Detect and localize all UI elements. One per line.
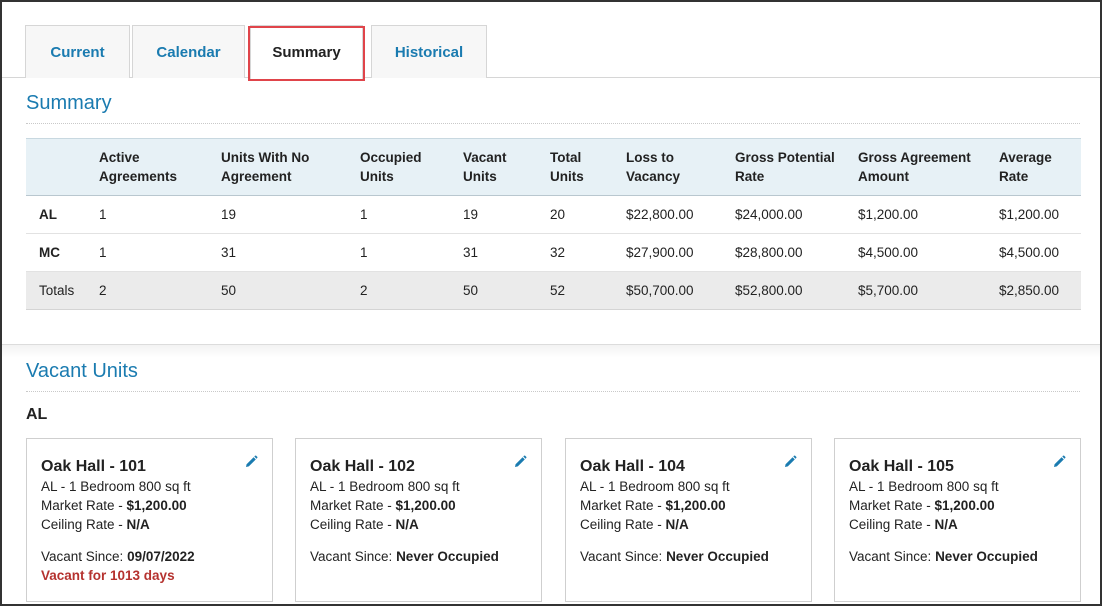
tab-label: Historical <box>394 43 464 61</box>
vacant-since: Vacant Since: Never Occupied <box>849 549 1038 564</box>
tab-calendar[interactable]: Calendar <box>132 25 245 78</box>
unit-type: AL - 1 Bedroom 800 sq ft <box>41 479 191 494</box>
table-cell: $2,850.00 <box>999 271 1081 310</box>
pencil-icon[interactable] <box>783 455 797 469</box>
table-cell: 50 <box>221 271 360 310</box>
column-header: Loss to Vacancy <box>626 138 735 196</box>
tab-label: Current <box>50 43 105 61</box>
table-cell: $5,700.00 <box>858 271 999 310</box>
vacant-since: Vacant Since: Never Occupied <box>580 549 769 564</box>
vacant-units-title: Vacant Units <box>26 360 138 382</box>
app-frame: Current Calendar Summary Historical Summ… <box>0 0 1102 606</box>
table-cell: $4,500.00 <box>858 233 999 272</box>
table-cell: $22,800.00 <box>626 195 735 234</box>
row-label: Totals <box>26 271 99 310</box>
unit-title: Oak Hall - 102 <box>310 458 415 475</box>
vacant-unit-card: Oak Hall - 102 AL - 1 Bedroom 800 sq ft Ma… <box>295 438 542 602</box>
ceiling-rate: Ceiling Rate - N/A <box>41 517 150 532</box>
unit-type: AL - 1 Bedroom 800 sq ft <box>849 479 999 494</box>
vacant-unit-card: Oak Hall - 104 AL - 1 Bedroom 800 sq ft Ma… <box>565 438 812 602</box>
table-cell: $1,200.00 <box>999 195 1081 234</box>
table-cell: $24,000.00 <box>735 195 858 234</box>
column-header: Units With No Agreement <box>221 138 360 196</box>
market-rate: Market Rate - $1,200.00 <box>41 498 187 513</box>
table-cell: 2 <box>360 271 463 310</box>
table-row: AL 1 19 1 19 20 $22,800.00 $24,000.00 $1,200.00 $… <box>26 195 1081 234</box>
table-cell: 20 <box>550 195 626 234</box>
column-header: Vacant Units <box>463 138 550 196</box>
table-cell: $28,800.00 <box>735 233 858 272</box>
unit-title: Oak Hall - 104 <box>580 458 685 475</box>
vacant-since: Vacant Since: Never Occupied <box>310 549 499 564</box>
table-cell: 31 <box>463 233 550 272</box>
column-header <box>26 138 99 196</box>
ceiling-rate: Ceiling Rate - N/A <box>849 517 958 532</box>
table-cell: 19 <box>463 195 550 234</box>
table-cell: 50 <box>463 271 550 310</box>
table-cell: 32 <box>550 233 626 272</box>
divider <box>26 123 1080 124</box>
ceiling-rate: Ceiling Rate - N/A <box>580 517 689 532</box>
table-row: Totals 2 50 2 50 52 $50,700.00 $52,800.00 $5,700… <box>26 271 1081 310</box>
divider <box>26 391 1080 392</box>
table-cell: $52,800.00 <box>735 271 858 310</box>
column-header: Gross Potential Rate <box>735 138 858 196</box>
unit-type: AL - 1 Bedroom 800 sq ft <box>580 479 730 494</box>
table-cell: 1 <box>360 233 463 272</box>
table-cell: 31 <box>221 233 360 272</box>
tab-label: Calendar <box>156 43 221 61</box>
table-cell: $50,700.00 <box>626 271 735 310</box>
vacant-unit-card: Oak Hall - 101 AL - 1 Bedroom 800 sq ft Ma… <box>26 438 273 602</box>
table-cell: $27,900.00 <box>626 233 735 272</box>
vacant-since: Vacant Since: 09/07/2022 <box>41 549 195 564</box>
tab-current[interactable]: Current <box>25 25 130 78</box>
table-cell: 1 <box>99 233 221 272</box>
table-cell: 1 <box>360 195 463 234</box>
column-header: Gross Agreement Amount <box>858 138 999 196</box>
tab-bar: Current Calendar Summary Historical <box>2 2 1100 81</box>
table-cell: 1 <box>99 195 221 234</box>
market-rate: Market Rate - $1,200.00 <box>580 498 726 513</box>
pencil-icon[interactable] <box>244 455 258 469</box>
unit-title: Oak Hall - 101 <box>41 458 146 475</box>
summary-table: Active Agreements Units With No Agreement Oc… <box>26 138 1081 310</box>
table-cell: 19 <box>221 195 360 234</box>
unit-title: Oak Hall - 105 <box>849 458 954 475</box>
group-label: AL <box>26 406 48 423</box>
column-header: Active Agreements <box>99 138 221 196</box>
vacant-unit-card: Oak Hall - 105 AL - 1 Bedroom 800 sq ft Ma… <box>834 438 1081 602</box>
row-label: AL <box>26 195 99 234</box>
tab-historical[interactable]: Historical <box>371 25 487 78</box>
ceiling-rate: Ceiling Rate - N/A <box>310 517 419 532</box>
table-row: MC 1 31 1 31 32 $27,900.00 $28,800.00 $4,500.00 $… <box>26 233 1081 272</box>
column-header: Occupied Units <box>360 138 463 196</box>
tab-summary[interactable]: Summary <box>248 25 365 81</box>
row-label: MC <box>26 233 99 272</box>
vacant-duration: Vacant for 1013 days <box>41 568 175 583</box>
market-rate: Market Rate - $1,200.00 <box>310 498 456 513</box>
table-cell: 52 <box>550 271 626 310</box>
column-header: Total Units <box>550 138 626 196</box>
table-cell: $1,200.00 <box>858 195 999 234</box>
section-separator <box>2 344 1100 358</box>
summary-title: Summary <box>26 92 112 114</box>
unit-type: AL - 1 Bedroom 800 sq ft <box>310 479 460 494</box>
column-header: Average Rate <box>999 138 1081 196</box>
pencil-icon[interactable] <box>1052 455 1066 469</box>
table-header-row: Active Agreements Units With No Agreement Oc… <box>26 138 1081 196</box>
tab-label: Summary <box>272 44 341 61</box>
market-rate: Market Rate - $1,200.00 <box>849 498 995 513</box>
table-cell: 2 <box>99 271 221 310</box>
pencil-icon[interactable] <box>513 455 527 469</box>
table-cell: $4,500.00 <box>999 233 1081 272</box>
